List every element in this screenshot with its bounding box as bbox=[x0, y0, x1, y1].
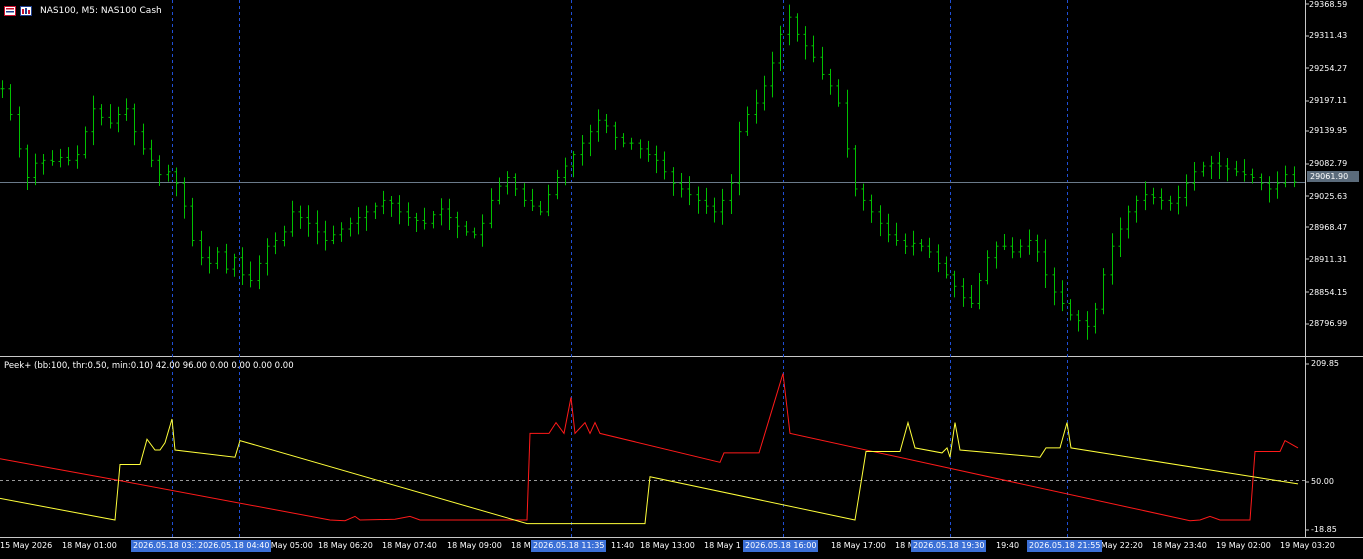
indicator-axis-label: 209.85 bbox=[1311, 359, 1339, 368]
price-label: 29311.43 bbox=[1309, 31, 1348, 40]
price-label: 28911.31 bbox=[1309, 255, 1348, 264]
price-label: 29197.11 bbox=[1309, 96, 1348, 105]
indicator-yellow-line bbox=[0, 418, 1299, 525]
time-label: 19:40 bbox=[996, 541, 1020, 550]
price-label: 29082.79 bbox=[1309, 159, 1348, 168]
price-label: 29139.95 bbox=[1309, 126, 1348, 135]
time-highlight-label: 2026.05.18 16:00 bbox=[743, 540, 819, 552]
chart-canvas[interactable] bbox=[0, 0, 1363, 559]
time-highlight-label: 2026.05.18 11:35 bbox=[531, 540, 607, 552]
time-label: 18 May 09:00 bbox=[447, 541, 502, 550]
price-label: 28796.99 bbox=[1309, 319, 1348, 328]
time-label: 15 May 2026 bbox=[0, 541, 53, 550]
indicator-title: Peek+ (bb:100, thr:0.50, min:0.10) 42.00… bbox=[4, 361, 294, 371]
time-highlight-label: 2026.05.18 19:30 bbox=[911, 540, 987, 552]
indicator-axis-label: -18.85 bbox=[1311, 525, 1337, 534]
current-price-label: 29061.90 bbox=[1307, 171, 1359, 182]
time-label: 18 May 17:00 bbox=[831, 541, 886, 550]
symbol-title: NAS100, M5: NAS100 Cash bbox=[40, 6, 162, 16]
time-label: 11:40 bbox=[611, 541, 635, 550]
indicator-axis-label: 50.00 bbox=[1311, 477, 1334, 486]
price-label: 28968.47 bbox=[1309, 223, 1348, 232]
time-label: 18 May 13:00 bbox=[640, 541, 695, 550]
chart-header: NAS100, M5: NAS100 Cash bbox=[4, 4, 162, 18]
time-label: 18 May 01:00 bbox=[62, 541, 117, 550]
time-label: 18 M bbox=[511, 541, 531, 550]
time-label: 18 May 23:40 bbox=[1152, 541, 1207, 550]
price-label: 28854.15 bbox=[1309, 288, 1348, 297]
price-label: 29025.63 bbox=[1309, 192, 1348, 201]
time-highlight-label: 2026.05.18 04:40 bbox=[196, 540, 272, 552]
chart-window-icon[interactable] bbox=[4, 6, 16, 16]
indicator-red-line bbox=[0, 373, 1299, 522]
price-label: 29368.59 bbox=[1309, 0, 1348, 9]
time-label: 18 May 1 bbox=[704, 541, 741, 550]
bar-chart-icon[interactable] bbox=[20, 6, 32, 16]
time-label: 19 May 02:00 bbox=[1216, 541, 1271, 550]
time-label: 18 May 07:40 bbox=[382, 541, 437, 550]
price-label: 29254.27 bbox=[1309, 64, 1348, 73]
time-highlight-label: 2026.05.18 21:55 bbox=[1027, 540, 1103, 552]
time-label: 19 May 03:20 bbox=[1280, 541, 1335, 550]
time-label: 18 May 06:20 bbox=[318, 541, 373, 550]
